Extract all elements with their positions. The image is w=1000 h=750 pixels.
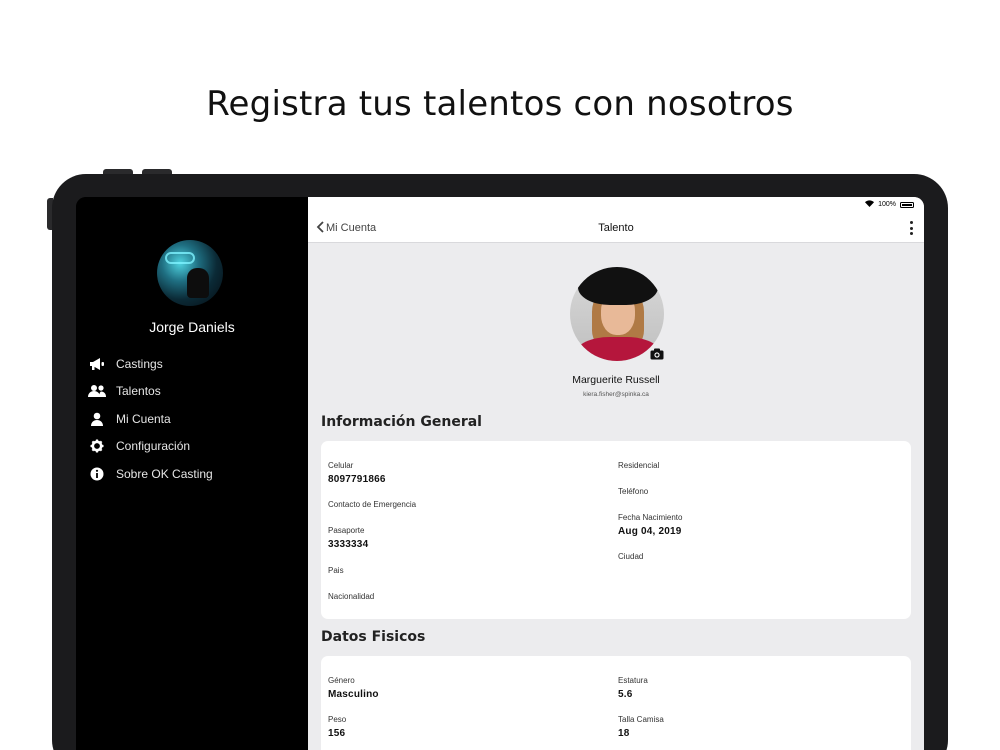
more-options-icon[interactable]	[908, 221, 914, 235]
page-headline: Registra tus talentos con nosotros	[206, 84, 794, 124]
field-fecha-nacimiento: Fecha Nacimiento Aug 04, 2019	[618, 513, 682, 537]
section-title-general: Información General	[321, 414, 482, 430]
sidebar-item-label: Mi Cuenta	[116, 411, 171, 426]
wifi-icon	[865, 200, 875, 209]
talent-email: kiera.fisher@spinka.ca	[583, 391, 649, 398]
main-content: 100% Mi Cuenta Talento Marguerite Russel…	[308, 197, 924, 750]
field-label: Contacto de Emergencia	[328, 500, 417, 509]
field-ciudad: Ciudad	[618, 552, 643, 561]
field-value: 8097791866	[328, 474, 386, 485]
field-label: Ciudad	[618, 552, 644, 561]
users-icon	[88, 383, 106, 399]
gear-icon	[88, 438, 106, 454]
field-telefono: Teléfono	[618, 487, 648, 496]
info-icon	[88, 466, 106, 482]
tablet-screen: Jorge Daniels Castings Talentos Mi Cuent…	[76, 197, 924, 750]
field-label: Residencial	[618, 461, 660, 470]
field-label: Nacionalidad	[328, 592, 375, 601]
field-value: 156	[328, 728, 346, 739]
field-label: Estatura	[618, 676, 648, 685]
field-pais: Pais	[328, 566, 344, 575]
section-title-fisicos: Datos Fisicos	[321, 629, 426, 645]
user-avatar[interactable]	[157, 240, 223, 306]
field-residencial: Residencial	[618, 461, 659, 470]
status-bar: 100%	[308, 197, 924, 213]
sidebar-item-label: Castings	[116, 356, 163, 371]
field-label: Pais	[328, 566, 344, 575]
field-label: Peso	[328, 715, 347, 724]
sidebar-item-sobre[interactable]: Sobre OK Casting	[88, 460, 213, 488]
field-contacto-emergencia: Contacto de Emergencia	[328, 500, 416, 509]
field-celular: Celular 8097791866	[328, 461, 386, 485]
field-pasaporte: Pasaporte 3333334	[328, 526, 368, 550]
physical-data-card: Género Masculino Peso 156 Estatura 5.6 T…	[321, 656, 911, 750]
nav-title: Talento	[598, 222, 634, 234]
navigation-bar: Mi Cuenta Talento	[308, 213, 924, 243]
field-value: 18	[618, 728, 630, 739]
sidebar-item-talentos[interactable]: Talentos	[88, 378, 213, 406]
general-info-card: Celular 8097791866 Contacto de Emergenci…	[321, 441, 911, 619]
field-peso: Peso 156	[328, 715, 346, 739]
field-label: Talla Camisa	[618, 715, 664, 724]
field-label: Celular	[328, 461, 354, 470]
field-value: 3333334	[328, 539, 369, 550]
field-label: Género	[328, 676, 355, 685]
camera-icon[interactable]	[650, 347, 664, 360]
sidebar-menu: Castings Talentos Mi Cuenta Configuració…	[88, 350, 213, 488]
talent-name: Marguerite Russell	[572, 374, 660, 386]
user-name: Jorge Daniels	[149, 319, 235, 335]
field-value: Masculino	[328, 689, 379, 700]
sidebar-item-configuracion[interactable]: Configuración	[88, 433, 213, 461]
battery-icon	[900, 201, 914, 208]
field-nacionalidad: Nacionalidad	[328, 592, 374, 601]
field-genero: Género Masculino	[328, 676, 379, 700]
megaphone-icon	[88, 356, 106, 372]
sidebar-item-label: Talentos	[116, 384, 161, 399]
field-value: 5.6	[618, 689, 633, 700]
battery-percent: 100%	[878, 201, 896, 208]
sidebar-item-mi-cuenta[interactable]: Mi Cuenta	[88, 405, 213, 433]
field-estatura: Estatura 5.6	[618, 676, 648, 700]
sidebar-item-castings[interactable]: Castings	[88, 350, 213, 378]
field-value: Aug 04, 2019	[618, 526, 682, 537]
field-label: Pasaporte	[328, 526, 365, 535]
user-icon	[88, 411, 106, 427]
field-label: Teléfono	[618, 487, 649, 496]
field-label: Fecha Nacimiento	[618, 513, 683, 522]
sidebar-item-label: Configuración	[116, 439, 191, 454]
sidebar-item-label: Sobre OK Casting	[116, 466, 213, 481]
field-talla-camisa: Talla Camisa 18	[618, 715, 664, 739]
sidebar: Jorge Daniels Castings Talentos Mi Cuent…	[76, 197, 308, 750]
